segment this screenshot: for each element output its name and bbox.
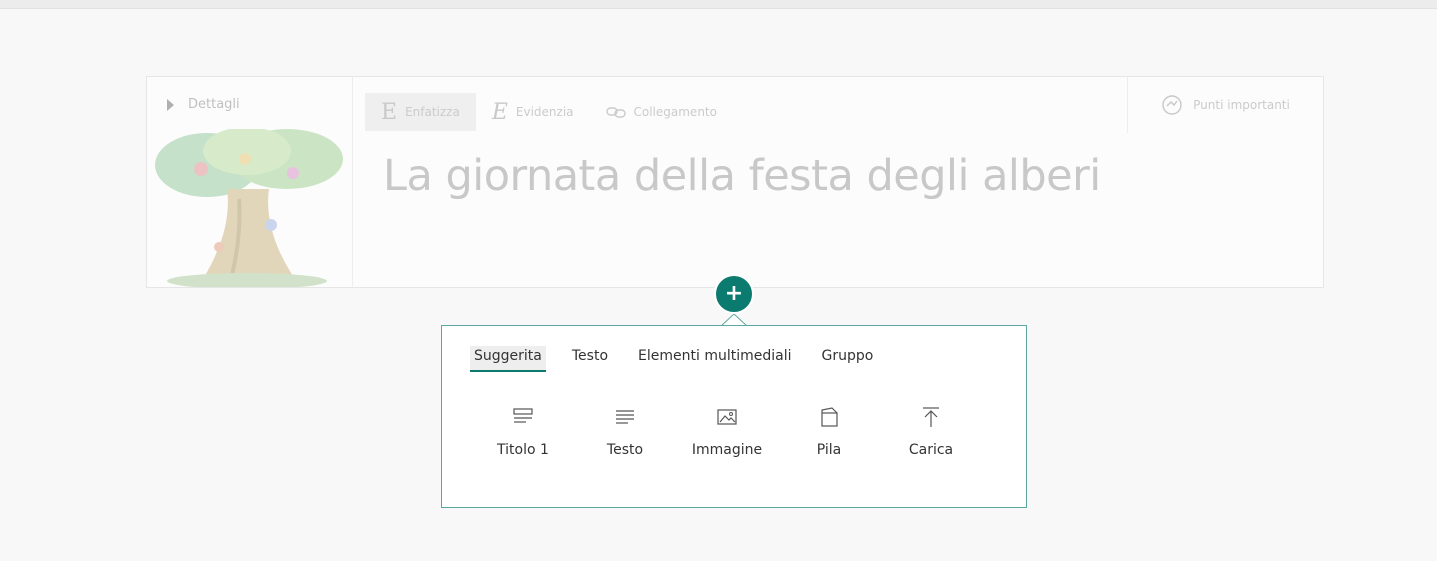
toolbox-panel: Suggerita Testo Elementi multimediali Gr…: [441, 325, 1027, 508]
key-points-label: Punti importanti: [1193, 98, 1290, 112]
tree-image: [155, 129, 343, 287]
stack-tile-label: Pila: [816, 442, 842, 458]
link-label: Collegamento: [633, 105, 717, 119]
link-button[interactable]: Collegamento: [590, 93, 733, 131]
tab-suggested[interactable]: Suggerita: [470, 346, 546, 372]
key-points-icon: [1162, 95, 1182, 115]
text-icon: [616, 410, 634, 424]
tab-media[interactable]: Elementi multimediali: [634, 346, 795, 370]
toolbox-tabs: Suggerita Testo Elementi multimediali Gr…: [470, 346, 899, 372]
tab-text[interactable]: Testo: [568, 346, 612, 370]
stack-tile[interactable]: Pila: [778, 406, 880, 458]
highlight-button[interactable]: E Evidenzia: [476, 93, 590, 131]
upload-tile-label: Carica: [908, 442, 954, 458]
heading-tile[interactable]: Titolo 1: [472, 406, 574, 458]
details-label: Dettagli: [188, 97, 240, 112]
image-tile-label: Immagine: [691, 442, 763, 458]
upload-icon: [923, 407, 939, 427]
emphasize-icon: E: [381, 99, 398, 125]
highlight-icon: E: [491, 99, 508, 125]
text-tile[interactable]: Testo: [574, 406, 676, 458]
details-toggle[interactable]: Dettagli: [167, 97, 240, 112]
stack-icon: [821, 407, 838, 427]
emphasize-label: Enfatizza: [405, 105, 460, 119]
emphasize-button[interactable]: E Enfatizza: [365, 93, 476, 131]
add-section-button[interactable]: +: [714, 274, 754, 314]
expand-arrow-icon: [167, 98, 174, 111]
page-title[interactable]: La giornata della festa degli alberi: [383, 151, 1101, 201]
heading-tile-label: Titolo 1: [497, 442, 549, 458]
title-card[interactable]: Dettagli E Enfatizza E Evidenzia Collega…: [146, 76, 1324, 288]
heading-icon: [513, 408, 533, 423]
format-toolbar: E Enfatizza E Evidenzia Collegamento: [365, 93, 733, 131]
image-tile[interactable]: Immagine: [676, 406, 778, 458]
key-points-button[interactable]: Punti importanti: [1127, 77, 1323, 133]
toolbox-tiles: Titolo 1 Testo Immagine Pila Carica: [472, 406, 982, 458]
image-icon: [717, 409, 737, 425]
link-icon: [605, 107, 626, 118]
top-rule: [0, 0, 1437, 9]
text-tile-label: Testo: [606, 442, 644, 458]
tab-group[interactable]: Gruppo: [817, 346, 877, 370]
highlight-label: Evidenzia: [515, 105, 574, 119]
details-panel[interactable]: Dettagli: [147, 77, 353, 287]
upload-tile[interactable]: Carica: [880, 406, 982, 458]
